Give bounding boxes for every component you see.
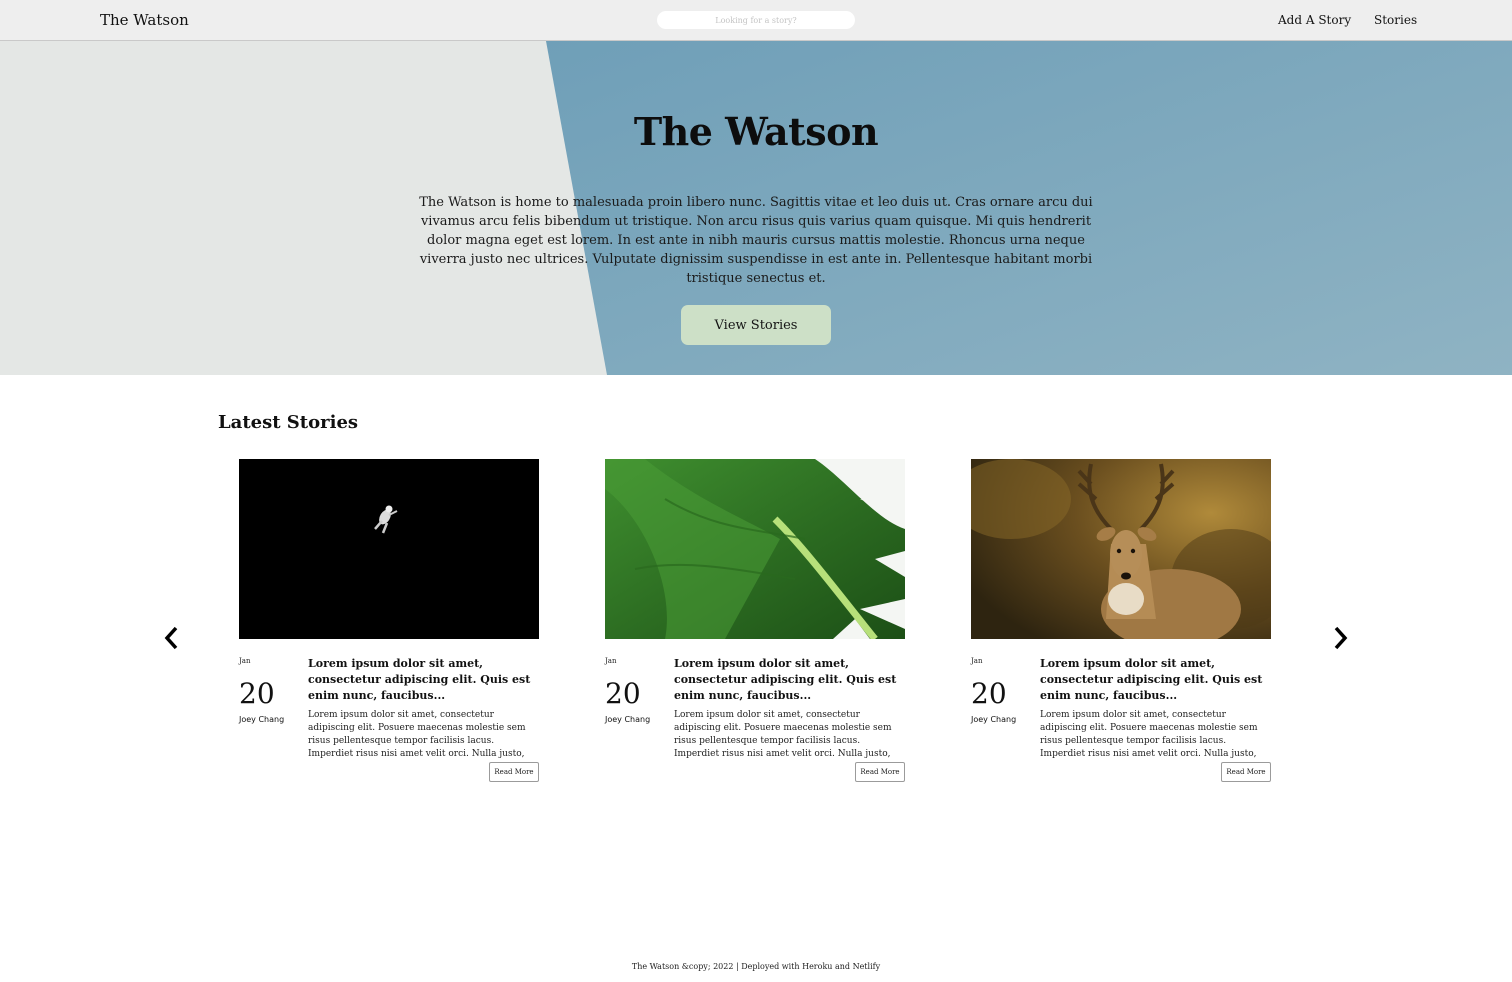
latest-stories-title: Latest Stories [218, 412, 359, 433]
story-heading[interactable]: Lorem ipsum dolor sit amet, consectetur … [1040, 656, 1271, 704]
view-stories-button[interactable]: View Stories [681, 305, 831, 345]
story-month: Jan [605, 657, 617, 665]
brand-link[interactable]: The Watson [100, 11, 189, 29]
nav-add-story-link[interactable]: Add A Story [1278, 13, 1351, 27]
hero-section: The Watson The Watson is home to malesua… [0, 41, 1512, 375]
top-navbar: The Watson Add A Story Stories [0, 0, 1512, 41]
deer-image[interactable] [971, 459, 1271, 639]
story-day: 20 [239, 677, 275, 710]
footer-text: The Watson &copy; 2022 | Deployed with H… [631, 962, 881, 971]
hero-title: The Watson [633, 109, 879, 154]
hero-description: The Watson is home to malesuada proin li… [419, 195, 1093, 286]
search-input[interactable] [657, 11, 855, 29]
story-day: 20 [971, 677, 1007, 710]
story-author: Joey Chang [971, 715, 1017, 724]
chevron-left-icon[interactable] [162, 624, 182, 652]
read-more-button[interactable]: Read More [489, 762, 539, 782]
story-author: Joey Chang [605, 715, 651, 724]
story-author: Joey Chang [239, 715, 285, 724]
story-month: Jan [239, 657, 251, 665]
story-card: Jan 20 Joey Chang Lorem ipsum dolor sit … [239, 459, 539, 784]
story-excerpt: Lorem ipsum dolor sit amet, consectetur … [308, 710, 526, 759]
read-more-button[interactable]: Read More [855, 762, 905, 782]
monstera-leaf-image[interactable] [605, 459, 905, 639]
read-more-button[interactable]: Read More [1221, 762, 1271, 782]
story-excerpt: Lorem ipsum dolor sit amet, consectetur … [674, 710, 892, 759]
story-heading[interactable]: Lorem ipsum dolor sit amet, consectetur … [308, 656, 539, 704]
story-day: 20 [605, 677, 641, 710]
story-card: Jan 20 Joey Chang Lorem ipsum dolor sit … [605, 459, 905, 784]
chevron-right-icon[interactable] [1330, 624, 1350, 652]
story-month: Jan [971, 657, 983, 665]
astronaut-image[interactable] [239, 459, 539, 639]
nav-stories-link[interactable]: Stories [1374, 13, 1417, 27]
story-excerpt: Lorem ipsum dolor sit amet, consectetur … [1040, 710, 1258, 759]
story-heading[interactable]: Lorem ipsum dolor sit amet, consectetur … [674, 656, 905, 704]
story-card: Jan 20 Joey Chang Lorem ipsum dolor sit … [971, 459, 1271, 784]
